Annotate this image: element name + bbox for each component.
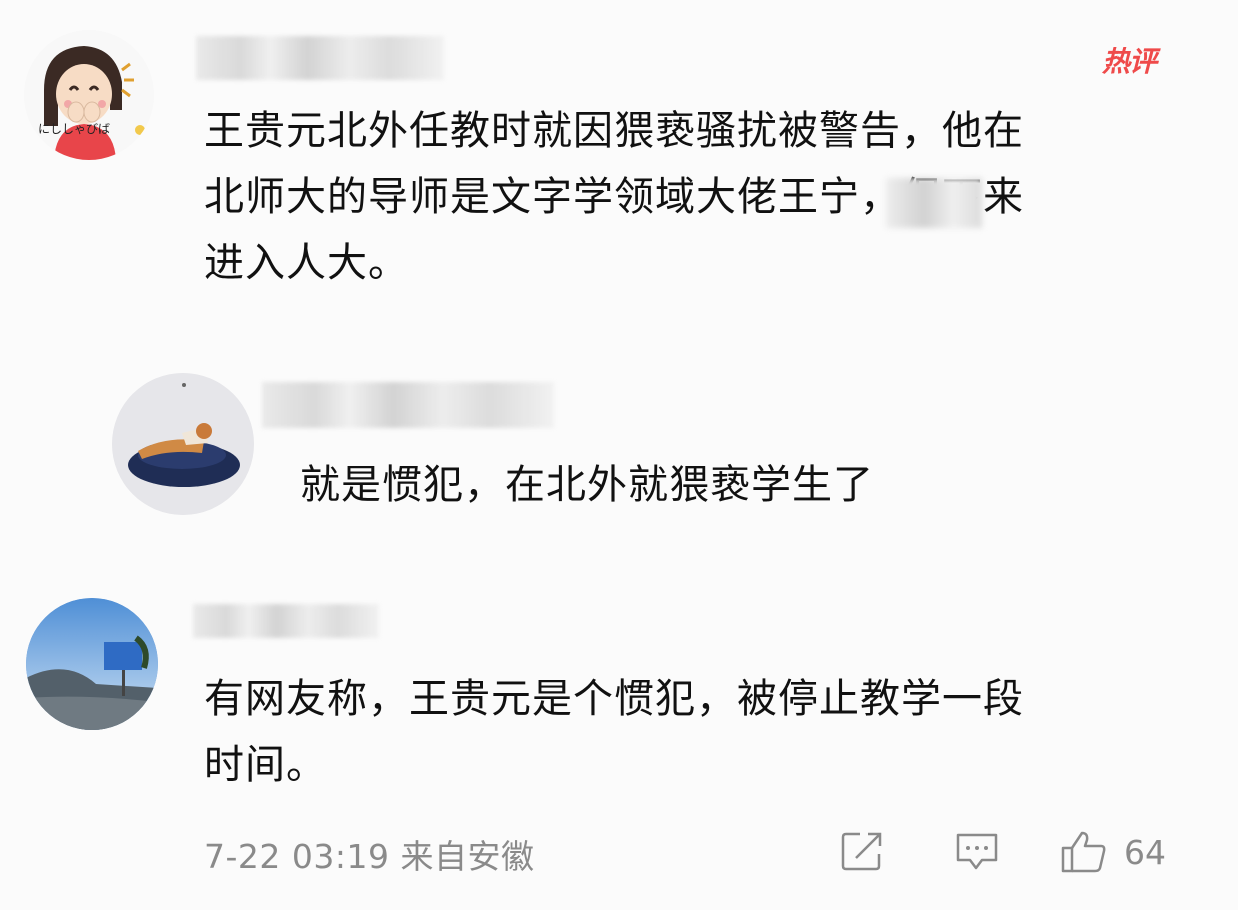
username-blurred[interactable] — [262, 382, 554, 428]
comment-text: 王贵元北外任教时就因猥亵骚扰被警告，他在 北师大的导师是文字学领域大佬王宁，保下… — [204, 108, 1024, 286]
comment-icon — [956, 833, 998, 870]
like-count: 64 — [1124, 832, 1166, 872]
avatar-image: にししゃびば — [24, 30, 154, 160]
share-icon — [841, 832, 882, 871]
like-icon — [1061, 831, 1106, 873]
comment-footer: 7-22 03:19 来自安徽 64 — [204, 830, 1194, 876]
avatar[interactable] — [112, 373, 254, 515]
avatar[interactable] — [26, 598, 158, 730]
avatar-image — [112, 373, 254, 515]
like-button[interactable]: 64 — [1060, 830, 1166, 874]
comment-button[interactable] — [954, 830, 1000, 872]
comment-meta: 7-22 03:19 来自安徽 — [204, 837, 535, 876]
redacted-name-blur — [886, 178, 982, 228]
avatar[interactable]: にししゃびば — [24, 30, 154, 160]
username-blurred[interactable] — [193, 604, 379, 638]
comment-text: 有网友称，王贵元是个惯犯，被停止教学一段 时间。 — [204, 676, 1024, 788]
avatar-image — [26, 598, 158, 730]
svg-text:にししゃびば: にししゃびば — [38, 122, 110, 136]
hot-comment-badge: 热评 — [1102, 45, 1157, 78]
share-button[interactable] — [840, 830, 886, 872]
username-blurred[interactable] — [196, 36, 444, 80]
reply-text: 就是惯犯，在北外就猥亵学生了 — [300, 462, 874, 508]
